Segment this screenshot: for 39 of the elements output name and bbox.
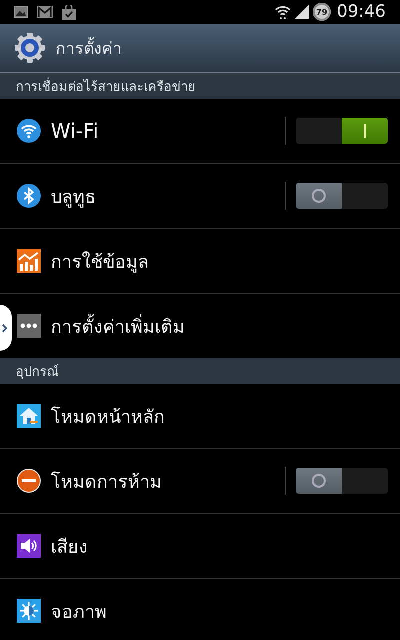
settings-item[interactable]: โหมดการห้าม [0, 448, 400, 513]
screen-title: การตั้งค่า [56, 36, 122, 60]
settings-item[interactable]: บลูทูธ [0, 163, 400, 228]
settings-icon[interactable] [14, 32, 46, 64]
item-label: โหมดการห้าม [51, 470, 163, 494]
section-header: อุปกรณ์ [0, 358, 400, 384]
settings-item[interactable]: เสียง [0, 513, 400, 578]
gallery-icon [14, 6, 28, 18]
item-label: บลูทูธ [51, 186, 97, 210]
wifi-icon [17, 119, 41, 143]
item-label: Wi-Fi [51, 119, 100, 143]
speaker-icon [17, 534, 41, 558]
settings-item[interactable]: การใช้ข้อมูล [0, 228, 400, 293]
bar-chart-icon [17, 249, 41, 273]
settings-item[interactable]: จอภาพ [0, 578, 400, 640]
settings-item[interactable]: Wi-Fi [0, 99, 400, 163]
chevron-right-icon [2, 324, 8, 332]
battery-level: 79 [313, 3, 331, 21]
home-icon [17, 404, 41, 428]
brightness-icon [17, 599, 41, 623]
item-label: จอภาพ [51, 600, 108, 624]
cell-signal-icon [295, 5, 309, 19]
shopping-bag-icon [62, 4, 76, 20]
section-header: การเชื่อมต่อไร้สายและเครือข่าย [0, 73, 400, 99]
side-panel-handle[interactable] [0, 305, 12, 351]
item-label: โหมดหน้าหลัก [51, 406, 166, 430]
mail-icon [37, 6, 53, 18]
blocking-icon [17, 469, 41, 493]
item-label: การตั้งค่าเพิ่มเติม [51, 312, 388, 340]
toggle-switch[interactable] [296, 468, 388, 494]
wifi-signal-icon [275, 4, 291, 20]
item-label: การใช้ข้อมูล [51, 250, 150, 275]
bluetooth-icon [17, 184, 41, 208]
settings-item[interactable]: โหมดหน้าหลัก [0, 384, 400, 448]
clock: 09:46 [337, 2, 386, 22]
toggle-switch[interactable] [296, 118, 388, 144]
more-icon [17, 314, 41, 338]
item-label: เสียง [51, 536, 89, 560]
toggle-switch[interactable] [296, 183, 388, 209]
